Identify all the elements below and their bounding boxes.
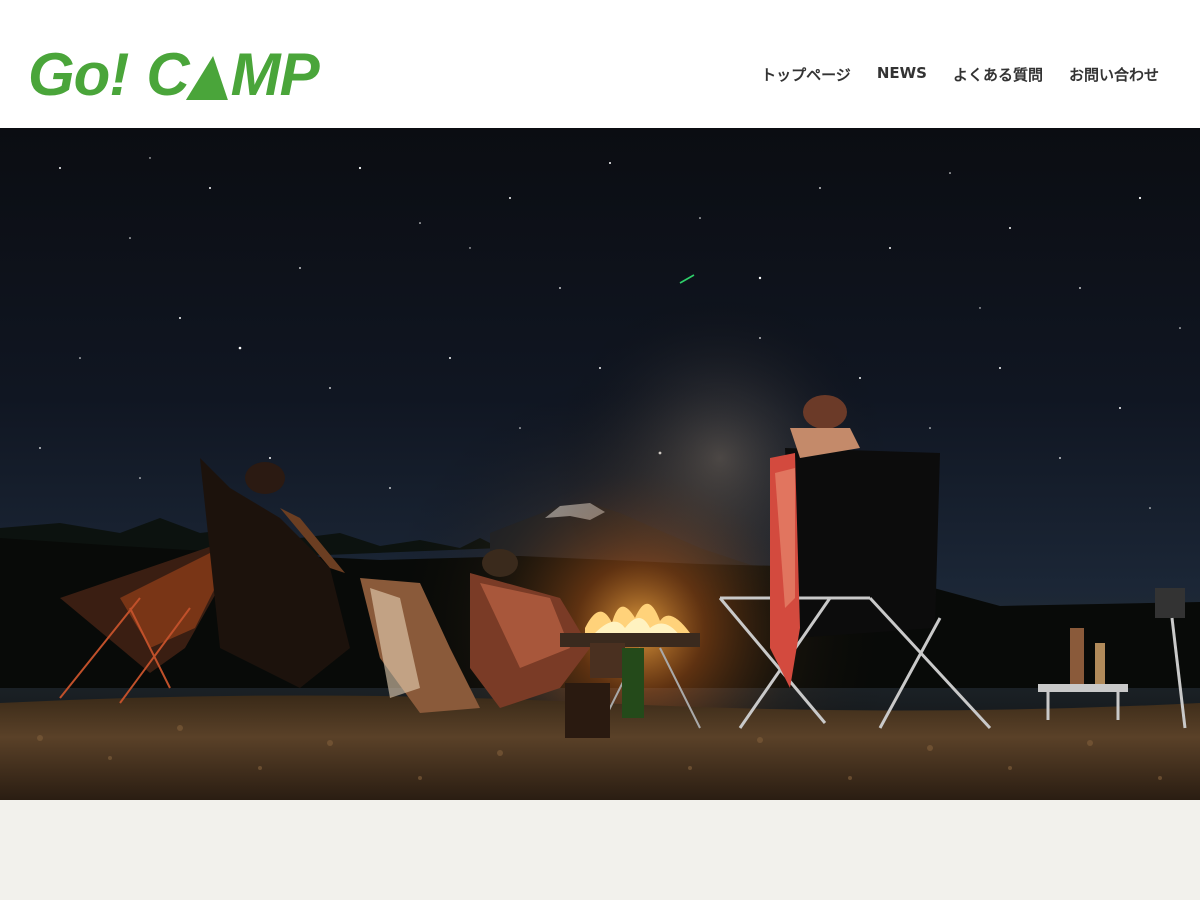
logo-text-go: Go!	[28, 41, 129, 108]
nav-item-contact[interactable]: お問い合わせ	[1069, 64, 1159, 85]
main-nav: トップページ NEWS よくある質問 お問い合わせ	[761, 64, 1159, 85]
site-logo[interactable]: Go! C MP	[28, 41, 320, 108]
hero-photo-illustration	[0, 128, 1200, 800]
hero-image	[0, 128, 1200, 800]
tent-triangle-icon	[185, 56, 234, 100]
content-section-band	[0, 800, 1200, 900]
logo-text-c: C	[146, 41, 189, 108]
nav-item-news[interactable]: NEWS	[877, 64, 927, 85]
nav-item-top[interactable]: トップページ	[761, 64, 851, 85]
site-header: Go! C MP トップページ NEWS よくある質問 お問い合わせ	[0, 0, 1200, 128]
logo-text-mp: MP	[230, 41, 320, 108]
nav-item-faq[interactable]: よくある質問	[953, 64, 1043, 85]
